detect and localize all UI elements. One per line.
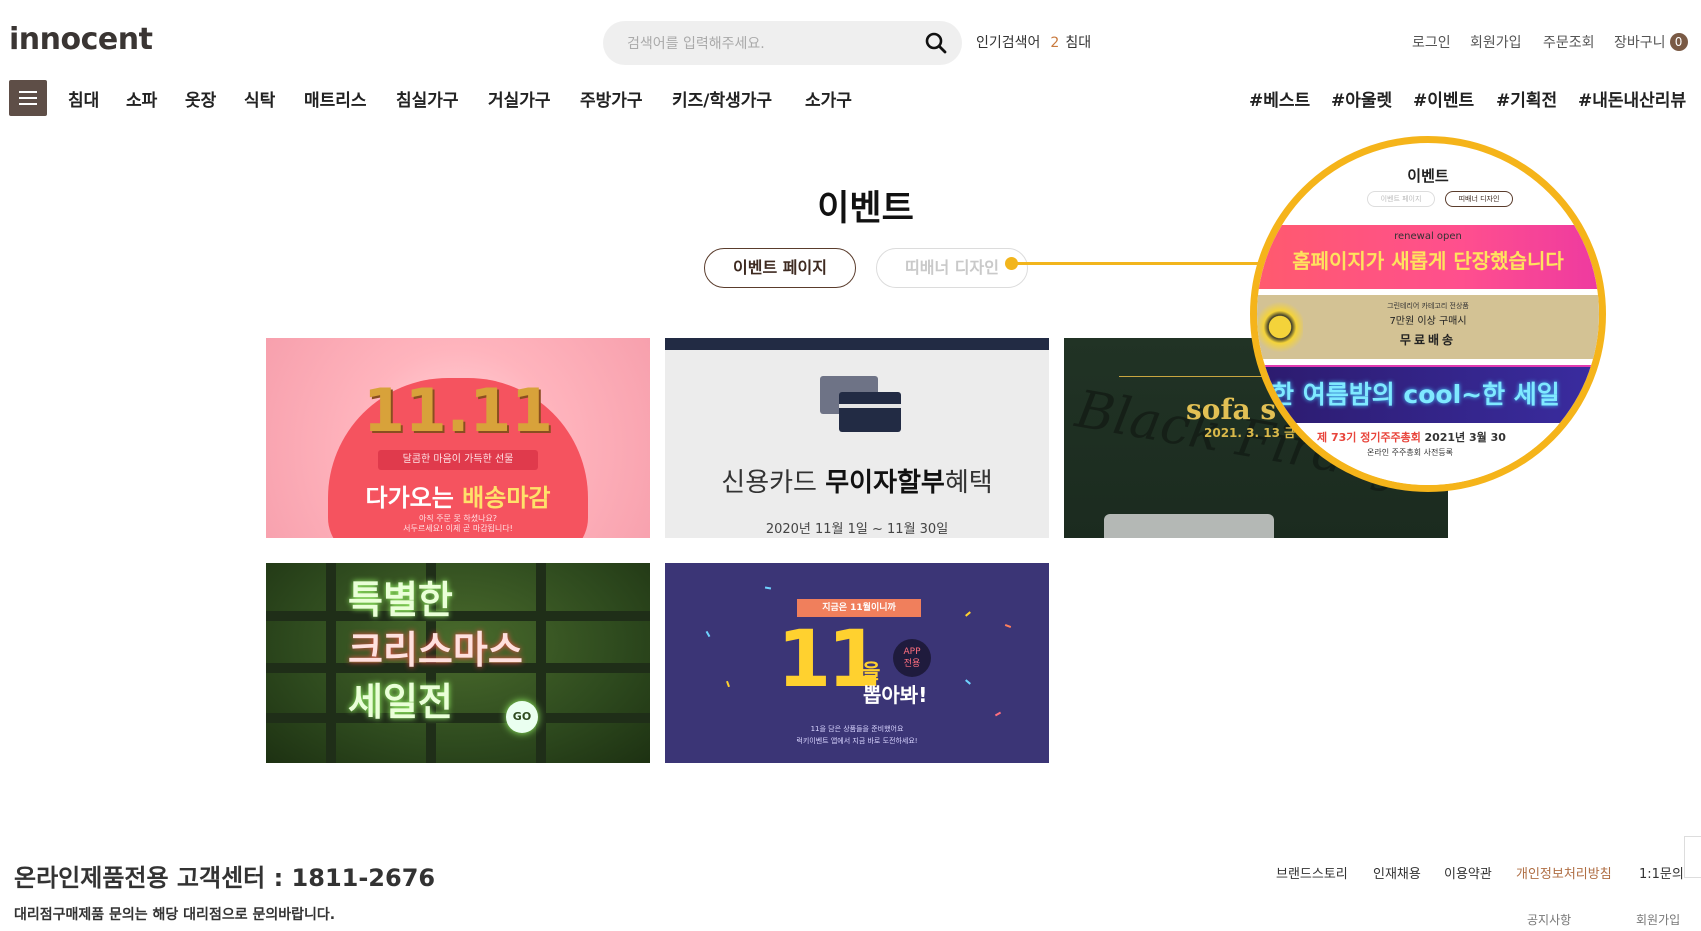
search-input[interactable] — [625, 21, 919, 67]
card-date: 2020년 11월 1일 ~ 11월 30일 — [765, 522, 949, 537]
popular-term[interactable]: 침대 — [1065, 35, 1091, 51]
nav-item-mattress[interactable]: 매트리스 — [304, 86, 367, 111]
tab-banner-design[interactable]: 띠배너 디자인 — [876, 248, 1028, 288]
nav-item-kitchen[interactable]: 주방가구 — [580, 86, 643, 111]
callout-dot — [1005, 257, 1018, 270]
preview-title: 이벤트 — [1407, 167, 1449, 185]
cart-link[interactable]: 장바구니 0 — [1614, 32, 1688, 52]
hashtag-best[interactable]: #베스트 — [1249, 86, 1310, 111]
footer-link-privacy[interactable]: 개인정보처리방침 — [1516, 863, 1612, 882]
customer-center-note: 대리점구매제품 문의는 해당 대리점으로 문의바랍니다. — [14, 907, 336, 923]
footer-link-careers[interactable]: 인재채용 — [1373, 863, 1421, 882]
event-card-credit-card[interactable]: 신용카드 무이자할부혜택 2020년 11월 1일 ~ 11월 30일 — [665, 338, 1049, 538]
credit-card-front-icon — [839, 392, 901, 432]
tab-event-page[interactable]: 이벤트 페이지 — [704, 248, 856, 288]
footer-link-brand-story[interactable]: 브랜드스토리 — [1276, 863, 1348, 882]
footer-link-notice[interactable]: 공지사항 — [1527, 911, 1571, 928]
popular-search[interactable]: 인기검색어 2 침대 — [976, 32, 1091, 52]
preview-banner-shareholders: 제 73기 정기주주총회 2021년 3월 30 온라인 주주총회 사전등록 — [1257, 425, 1599, 485]
app-only-badge: APP 전용 — [893, 639, 931, 677]
event-card-eleven-pick[interactable]: 지금은 11월이니까 11 을 뽑아봐! APP 전용 11을 담은 상품들을 준… — [665, 563, 1049, 763]
nav-item-sofa[interactable]: 소파 — [126, 86, 157, 111]
hashtag-outlet[interactable]: #아울렛 — [1331, 86, 1392, 111]
card-small-text: 11을 담은 상품들을 준비했어요 럭키이벤트 앱에서 지금 바로 도전하세요! — [796, 725, 918, 745]
nav-item-bed[interactable]: 침대 — [68, 86, 99, 111]
cart-label: 장바구니 — [1614, 35, 1666, 51]
footer-link-inquiry[interactable]: 1:1문의 — [1639, 863, 1684, 882]
popular-rank: 2 — [1050, 35, 1060, 51]
cart-count-badge: 0 — [1669, 33, 1688, 51]
sofa-image — [1104, 514, 1274, 538]
callout-line — [1012, 262, 1260, 265]
nav-item-wardrobe[interactable]: 옷장 — [185, 86, 216, 111]
footer-link-signup[interactable]: 회원가입 — [1636, 911, 1680, 928]
card-tiny-text: 아직 주문 못 하셨나요? 서두르세요! 이제 곧 마감됩니다! — [403, 514, 513, 533]
nav-item-living[interactable]: 거실가구 — [488, 86, 551, 111]
card-sub: 달콤한 마음이 가득한 선물 — [378, 450, 538, 470]
logo-text: innocent — [9, 22, 153, 57]
side-floating-tab[interactable] — [1684, 836, 1701, 878]
preview-tab-banner: 띠배너 디자인 — [1445, 191, 1513, 207]
card-pick-text: 뽑아봐! — [863, 683, 928, 707]
hamburger-menu-icon[interactable] — [9, 80, 47, 116]
hashtag-event[interactable]: #이벤트 — [1413, 86, 1474, 111]
card-line-2: 크리스마스 — [348, 628, 523, 672]
event-card-christmas[interactable]: 특별한 크리스마스 세일전 GO — [266, 563, 650, 763]
card-headline: 다가오는 배송마감 — [365, 484, 551, 512]
card-line-1: 특별한 — [348, 578, 453, 622]
brand-logo[interactable]: innocent — [9, 22, 153, 57]
login-link[interactable]: 로그인 — [1412, 32, 1451, 52]
search-bar — [603, 21, 962, 67]
event-card-1111-shipping[interactable]: 11.11 달콤한 마음이 가득한 선물 다가오는 배송마감 아직 주문 못 하… — [266, 338, 650, 538]
card-headline: 신용카드 무이자할부혜택 — [721, 468, 993, 498]
customer-center-title: 온라인제품전용 고객센터 : 1811-2676 — [14, 864, 436, 892]
order-lookup-link[interactable]: 주문조회 — [1543, 32, 1595, 52]
popular-label: 인기검색어 — [976, 35, 1041, 51]
preview-tab-event: 이벤트 페이지 — [1367, 191, 1435, 207]
signup-link[interactable]: 회원가입 — [1470, 32, 1522, 52]
nav-item-table[interactable]: 식탁 — [244, 86, 275, 111]
banner-preview-magnifier: 이벤트 이벤트 페이지 띠배너 디자인 renewal open 홈페이지가 새… — [1250, 136, 1606, 492]
preview-banner-free-shipping: 그린테리어 카테고리 전상품 7만원 이상 구매시 무료배송 — [1257, 295, 1599, 359]
hashtag-special[interactable]: #기획전 — [1496, 86, 1557, 111]
nav-item-kids[interactable]: 키즈/학생가구 — [672, 86, 772, 111]
card-line-3: 세일전 — [348, 680, 453, 724]
search-icon[interactable] — [924, 31, 948, 55]
preview-banner-renewal: renewal open 홈페이지가 새롭게 단장했습니다 — [1257, 225, 1599, 289]
hashtag-review[interactable]: #내돈내산리뷰 — [1578, 86, 1686, 111]
nav-item-bedroom[interactable]: 침실가구 — [396, 86, 459, 111]
nav-item-small[interactable]: 소가구 — [805, 86, 852, 111]
card-number: 11.11 — [363, 376, 553, 446]
footer-link-terms[interactable]: 이용약관 — [1444, 863, 1492, 882]
go-button[interactable]: GO — [506, 701, 538, 733]
preview-banner-summer-sale: 한 여름밤의 cool~한 세일 — [1257, 365, 1599, 423]
